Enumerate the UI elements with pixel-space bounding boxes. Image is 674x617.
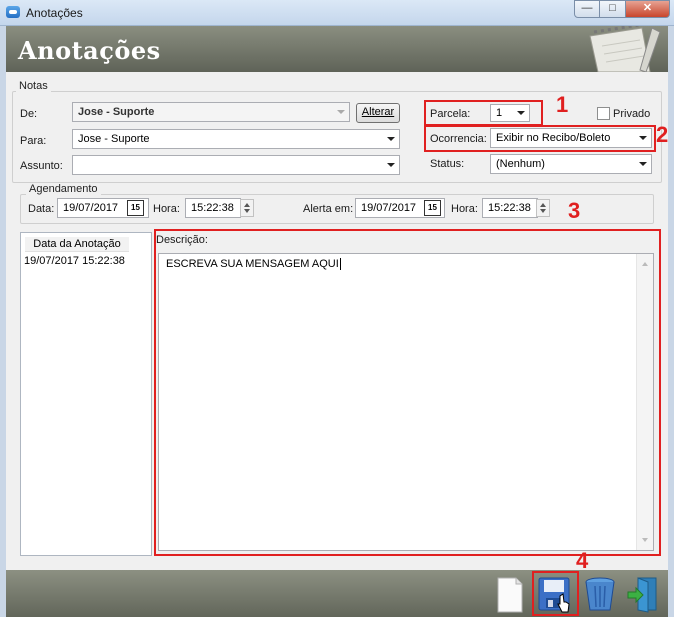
- page-title: Anotações: [18, 36, 161, 65]
- notas-legend: Notas: [16, 80, 51, 92]
- annotation-box-3: [154, 229, 661, 556]
- para-value: Jose - Suporte: [78, 133, 150, 145]
- chevron-down-icon: [639, 162, 647, 166]
- save-icon[interactable]: [536, 574, 572, 614]
- app-cloud-icon: [6, 6, 20, 18]
- alerta-label: Alerta em:: [303, 203, 354, 215]
- alerta-value: 19/07/2017: [361, 202, 417, 214]
- privado-checkbox[interactable]: [597, 107, 610, 120]
- annotation-number-2: 2: [656, 122, 669, 147]
- chevron-down-icon: [337, 110, 345, 114]
- close-button[interactable]: ✕: [626, 0, 670, 18]
- assunto-label: Assunto:: [20, 160, 63, 172]
- form-header: Anotações: [6, 26, 668, 72]
- hora-spinner[interactable]: [240, 199, 254, 217]
- chevron-down-icon: [387, 137, 395, 141]
- window-title: Anotações: [26, 6, 83, 20]
- exit-icon[interactable]: [626, 574, 662, 614]
- hora2-value: 15:22:38: [488, 202, 531, 214]
- data-label: Data:: [28, 203, 55, 215]
- maximize-button[interactable]: □: [600, 0, 626, 18]
- annotation-number-3: 3: [568, 198, 581, 223]
- list-column-header[interactable]: Data da Anotação: [25, 237, 129, 252]
- status-label: Status:: [430, 158, 465, 170]
- calendar-icon[interactable]: 15: [127, 200, 144, 216]
- agendamento-legend: Agendamento: [26, 183, 101, 195]
- annotation-number-4: 4: [576, 548, 589, 573]
- annotation-box-1: [424, 100, 543, 126]
- hora-label: Hora:: [153, 203, 180, 215]
- status-select[interactable]: (Nenhum): [490, 154, 652, 174]
- privado-label: Privado: [613, 108, 651, 120]
- hora2-spinner[interactable]: [536, 199, 550, 217]
- para-label: Para:: [20, 135, 47, 147]
- list-item[interactable]: 19/07/2017 15:22:38: [24, 255, 125, 267]
- alterar-button[interactable]: Alterar: [356, 103, 400, 123]
- anotacao-list[interactable]: Data da Anotação 19/07/2017 15:22:38: [20, 232, 152, 556]
- de-select[interactable]: Jose - Suporte: [72, 102, 350, 122]
- trash-icon[interactable]: [582, 574, 618, 614]
- hora2-input[interactable]: 15:22:38: [482, 198, 538, 218]
- de-value: Jose - Suporte: [78, 106, 155, 118]
- hora-input[interactable]: 15:22:38: [185, 198, 241, 218]
- assunto-select[interactable]: [72, 155, 400, 175]
- para-select[interactable]: Jose - Suporte: [72, 129, 400, 149]
- annotation-number-1: 1: [556, 92, 569, 117]
- notepad-pen-icon: [589, 26, 661, 72]
- annotation-box-2: [424, 125, 656, 152]
- new-document-icon[interactable]: [492, 574, 528, 614]
- de-label: De:: [20, 108, 38, 120]
- hora-value: 15:22:38: [191, 202, 234, 214]
- data-value: 19/07/2017: [63, 202, 119, 214]
- chevron-down-icon: [387, 163, 395, 167]
- window-controls: — □ ✕: [574, 0, 670, 18]
- minimize-button[interactable]: —: [574, 0, 600, 18]
- hora2-label: Hora:: [451, 203, 478, 215]
- status-value: (Nenhum): [496, 158, 545, 170]
- alerta-calendar-icon[interactable]: 15: [424, 200, 441, 216]
- window-titlebar: Anotações — □ ✕: [0, 0, 674, 26]
